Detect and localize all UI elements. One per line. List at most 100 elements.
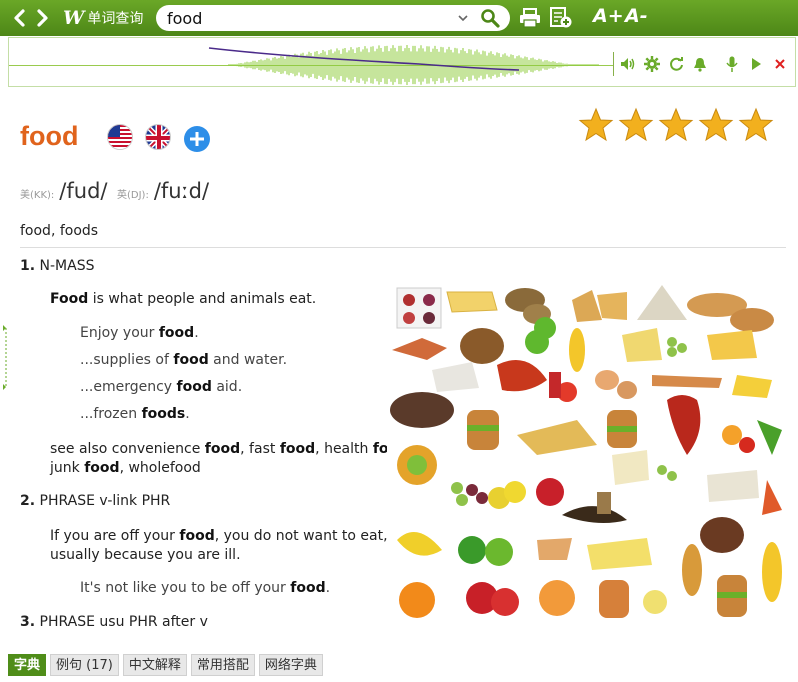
keyword[interactable]: food: [280, 441, 315, 457]
keyword[interactable]: food: [205, 441, 240, 457]
forward-button[interactable]: [31, 4, 55, 32]
us-pron-label: 美(KK):: [20, 190, 55, 201]
example-text: ...frozen: [80, 406, 142, 422]
star-icon: [658, 107, 694, 142]
us-pronunciation: 美(KK): /fud/: [20, 179, 107, 203]
back-button[interactable]: [7, 4, 31, 32]
see-also-text: junk: [50, 460, 85, 476]
star-icon: [738, 107, 774, 142]
volume-button[interactable]: [619, 55, 637, 73]
search-box: [156, 5, 510, 31]
example-text: It's not like you to be off your: [80, 580, 291, 596]
close-icon: [775, 59, 785, 69]
example-text: aid.: [211, 379, 243, 395]
example-text: Enjoy your: [80, 325, 159, 341]
font-smaller-button[interactable]: A-: [625, 5, 648, 27]
uk-pron-label: 英(DJ):: [117, 190, 149, 201]
definition-text: is what people and animals eat.: [88, 291, 317, 307]
close-waveform-button[interactable]: [771, 55, 789, 73]
top-toolbar: W 单词查询 A+ A-: [0, 0, 798, 36]
play-button[interactable]: [747, 55, 765, 73]
definition-text: usually because you are ill.: [50, 547, 241, 563]
audio-waveform-panel: [8, 37, 796, 87]
sense-label: PHRASE usu PHR after v: [39, 614, 208, 630]
word-forms: food, foods: [20, 223, 99, 239]
search-icon: [481, 9, 500, 28]
notify-button[interactable]: [691, 55, 709, 73]
uk-pronunciation: 英(DJ): /fuːd/: [117, 179, 209, 203]
frequency-rating: [578, 107, 774, 143]
definition-text: , you do not want to eat,: [214, 528, 388, 544]
divider: [20, 247, 786, 248]
tab-collocations[interactable]: 常用搭配: [190, 654, 255, 676]
keyword: foods: [141, 406, 186, 422]
see-also-text: , health: [315, 441, 373, 457]
brand-logo: W: [63, 7, 85, 29]
example-sentence: ...emergency food aid.: [80, 379, 242, 395]
tab-dictionary[interactable]: 字典: [8, 654, 47, 676]
sense-2-title: 2. PHRASE v-link PHR: [20, 493, 170, 509]
keyword: food: [179, 528, 215, 544]
plus-icon: [190, 132, 204, 146]
star-icon: [618, 107, 654, 142]
add-to-wordbook-button[interactable]: [548, 6, 574, 30]
see-also-text: , wholefood: [119, 460, 201, 476]
pronunciation-waveform: [208, 45, 599, 85]
star-icon: [578, 107, 614, 142]
tab-chinese-explanation[interactable]: 中文解释: [122, 654, 187, 676]
printer-icon: [520, 8, 540, 28]
food-illustration-image: [387, 280, 787, 625]
example-text: ...emergency: [80, 379, 177, 395]
keyword: Food: [50, 291, 89, 307]
microphone-icon: [726, 56, 738, 72]
replay-button[interactable]: [667, 55, 685, 73]
example-text: .: [185, 406, 190, 422]
search-button[interactable]: [478, 7, 502, 29]
tab-web-dictionary[interactable]: 网络字典: [258, 654, 323, 676]
chevron-right-icon: [37, 9, 48, 27]
sense-2-definition: If you are off your food, you do not wan…: [50, 527, 388, 565]
example-sentence: Enjoy your food.: [80, 325, 199, 341]
font-larger-button[interactable]: A+: [593, 5, 624, 27]
record-button[interactable]: [723, 55, 741, 73]
brand: W 单词查询: [63, 7, 143, 29]
keyword: food: [158, 325, 195, 341]
sense-1-definition: Food is what people and animals eat.: [50, 290, 316, 309]
print-button[interactable]: [517, 6, 543, 30]
search-input[interactable]: [167, 7, 447, 29]
keyword: food: [176, 379, 212, 395]
gear-icon: [644, 56, 660, 72]
keyword: food: [173, 352, 209, 368]
see-also-text: see also convenience: [50, 441, 205, 457]
dropdown-arrow-icon[interactable]: [456, 12, 470, 24]
bell-icon: [694, 57, 706, 72]
left-gutter: [3, 325, 7, 390]
uk-pronunciation-button[interactable]: [145, 124, 171, 150]
brand-title: 单词查询: [87, 11, 144, 27]
see-also-text: , fast: [240, 441, 280, 457]
sense-1-title: 1. N-MASS: [20, 258, 94, 274]
settings-button[interactable]: [643, 55, 661, 73]
keyword: food: [290, 580, 326, 596]
refresh-icon: [669, 56, 683, 71]
headword: food: [20, 121, 79, 151]
add-word-button[interactable]: [184, 126, 210, 152]
definition-text: If you are off your: [50, 528, 180, 544]
us-pronunciation-button[interactable]: [107, 124, 133, 150]
example-sentence: ...frozen foods.: [80, 406, 190, 422]
chevron-left-icon: [14, 9, 25, 27]
sense-3-title: 3. PHRASE usu PHR after v: [20, 614, 208, 630]
sense-label: PHRASE v-link PHR: [39, 493, 171, 509]
example-text: .: [194, 325, 199, 341]
dictionary-entry: food 美(KK): /fud/ 英(DJ): /fuːd/ food, fo…: [20, 95, 787, 651]
example-sentence: It's not like you to be off your food.: [80, 580, 330, 596]
speaker-icon: [621, 58, 635, 70]
us-phonetic: /fud/: [59, 179, 108, 203]
uk-flag-icon: [146, 125, 170, 149]
tab-examples[interactable]: 例句 (17): [50, 654, 119, 676]
play-icon: [752, 58, 761, 70]
sense-label: N-MASS: [39, 258, 95, 274]
example-text: and water.: [208, 352, 288, 368]
keyword[interactable]: food: [84, 460, 119, 476]
bottom-tabs: 字典 例句 (17) 中文解释 常用搭配 网络字典: [8, 654, 323, 676]
